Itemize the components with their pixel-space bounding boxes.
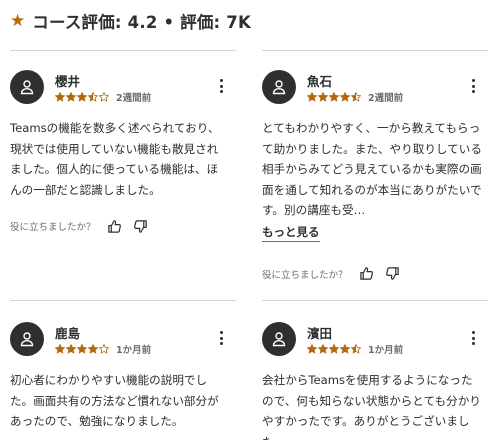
star-rating xyxy=(307,344,362,354)
reviewer-name: 鹿島 xyxy=(55,326,81,341)
rating-star-icon xyxy=(88,344,98,354)
rating-star-icon xyxy=(329,344,339,354)
rating-star-icon xyxy=(66,92,76,102)
review-card: 櫻井 2週間前 Teamsの機能を数多く述べられており、現状では使用していない機… xyxy=(10,70,238,236)
reviewer-name: 濱田 xyxy=(307,326,333,341)
rating-star-icon xyxy=(351,344,361,354)
course-rating-header: ★ コース評価: 4.2 • 評価: 7K xyxy=(10,9,251,33)
divider xyxy=(10,50,236,51)
rating-star-icon xyxy=(55,344,65,354)
rating-star-icon xyxy=(351,92,361,102)
thumbs-up-icon[interactable] xyxy=(106,217,124,235)
show-more-link[interactable]: もっと見る xyxy=(262,224,320,242)
thumbs-down-icon[interactable] xyxy=(384,265,402,283)
avatar xyxy=(262,322,296,356)
rating-star-icon xyxy=(55,92,65,102)
avatar xyxy=(10,322,44,356)
review-text: Teamsの機能を数多く述べられており、現状では使用していない機能も散見されまし… xyxy=(10,121,220,197)
rating-star-icon xyxy=(99,344,109,354)
rating-star-icon xyxy=(340,344,350,354)
user-icon xyxy=(20,80,34,95)
review-card: 魚石 2週間前 とてもわかりやすく、一から教えてもらって助かりました。また、やり… xyxy=(262,70,490,284)
reviewer-name: 櫻井 xyxy=(55,74,81,89)
star-rating xyxy=(55,92,110,102)
course-rating-title: コース評価: 4.2 • 評価: 7K xyxy=(32,13,251,32)
divider xyxy=(10,300,236,301)
more-options-icon[interactable] xyxy=(466,77,480,95)
more-options-icon[interactable] xyxy=(466,329,480,347)
rating-star-icon xyxy=(318,344,328,354)
rating-star-icon xyxy=(340,92,350,102)
review-date: 2週間前 xyxy=(116,93,152,104)
review-date: 1か月前 xyxy=(116,345,152,356)
thumbs-up-icon[interactable] xyxy=(358,265,376,283)
review-date: 2週間前 xyxy=(368,93,404,104)
review-date: 1か月前 xyxy=(368,345,404,356)
rating-star-icon xyxy=(318,92,328,102)
review-text: 会社からTeamsを使用するようになったので、何も知らない状態からとても分かりや… xyxy=(262,373,481,440)
user-icon xyxy=(272,80,286,95)
star-icon: ★ xyxy=(10,10,26,31)
rating-star-icon xyxy=(307,344,317,354)
rating-star-icon xyxy=(307,92,317,102)
avatar xyxy=(10,70,44,104)
helpful-question: 役に立ちましたか？ xyxy=(10,222,96,233)
review-text: とてもわかりやすく、一から教えてもらって助かりました。また、やり取りしている相手… xyxy=(262,121,482,217)
more-options-icon[interactable] xyxy=(214,77,228,95)
review-card: 濱田 1か月前 会社からTeamsを使用するようになったので、何も知らない状態か… xyxy=(262,322,490,440)
helpful-question: 役に立ちましたか？ xyxy=(262,269,348,281)
star-rating xyxy=(307,92,362,102)
divider xyxy=(262,50,488,51)
rating-star-icon xyxy=(99,92,109,102)
rating-star-icon xyxy=(77,92,87,102)
thumbs-down-icon[interactable] xyxy=(132,217,150,235)
avatar xyxy=(262,70,296,104)
rating-star-icon xyxy=(329,92,339,102)
star-rating xyxy=(55,344,110,354)
divider xyxy=(262,300,488,301)
review-text: 初心者にわかりやすい機能の説明でした。画面共有の方法など慣れない部分があったので… xyxy=(10,373,219,428)
rating-star-icon xyxy=(77,344,87,354)
user-icon xyxy=(20,332,34,347)
reviewer-name: 魚石 xyxy=(307,74,333,89)
rating-star-icon xyxy=(88,92,98,102)
review-card: 鹿島 1か月前 初心者にわかりやすい機能の説明でした。画面共有の方法など慣れない… xyxy=(10,322,238,432)
user-icon xyxy=(272,332,286,347)
more-options-icon[interactable] xyxy=(214,329,228,347)
rating-star-icon xyxy=(66,344,76,354)
